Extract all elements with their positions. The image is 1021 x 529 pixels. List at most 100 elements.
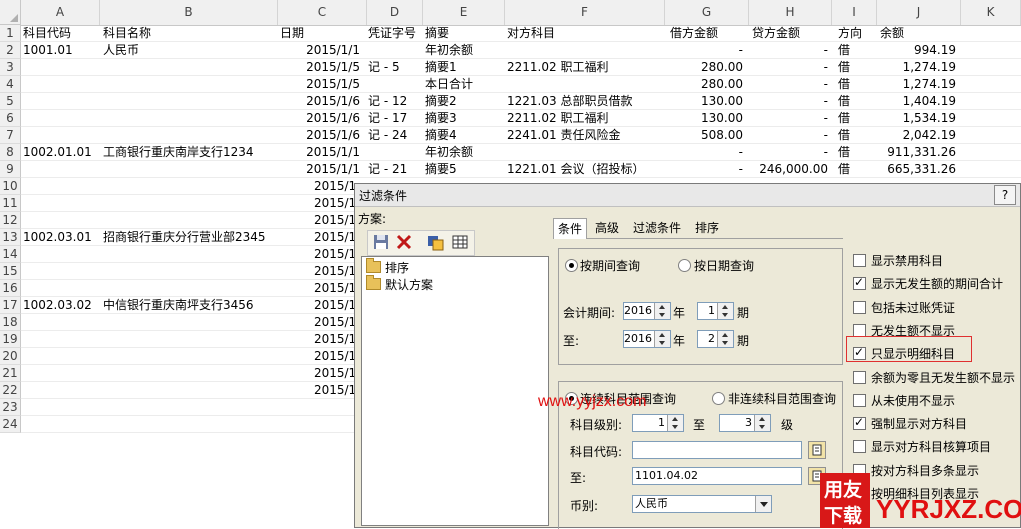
cell-d[interactable]: 记 - 24 (368, 127, 424, 144)
cell-b[interactable] (103, 263, 273, 280)
cell-e[interactable]: 摘要3 (425, 110, 507, 127)
cell-a[interactable] (23, 110, 101, 127)
cell-f[interactable] (507, 76, 667, 93)
row-number[interactable]: 12 (0, 212, 21, 229)
cell-j[interactable]: 994.19 (876, 42, 956, 59)
cell-g[interactable]: - (665, 161, 743, 178)
cell-d[interactable] (368, 144, 424, 161)
cell-i[interactable]: 借 (838, 110, 878, 127)
header-cell-a[interactable]: 科目代码 (23, 25, 71, 42)
tab-filter[interactable]: 过滤条件 (629, 218, 685, 238)
cell-b[interactable]: 中信银行重庆南坪支行3456 (103, 297, 273, 314)
cell-c[interactable]: 2015/1/5 (268, 59, 360, 76)
spin-arrows-icon[interactable] (717, 303, 733, 319)
cell-e[interactable]: 年初余额 (425, 144, 507, 161)
cell-e[interactable]: 摘要4 (425, 127, 507, 144)
radio-noncontinuous[interactable] (712, 392, 725, 405)
cell-i[interactable]: 借 (838, 127, 878, 144)
option-checkbox[interactable] (853, 415, 866, 431)
cell-a[interactable] (23, 416, 101, 433)
row-number[interactable]: 5 (0, 93, 21, 110)
cell-c[interactable]: 2015/1/1 (268, 161, 360, 178)
row-number[interactable]: 4 (0, 76, 21, 93)
cell-c[interactable]: 2015/1, (268, 178, 360, 195)
cell-g[interactable]: - (665, 42, 743, 59)
row-number[interactable]: 9 (0, 161, 21, 178)
row-number[interactable]: 20 (0, 348, 21, 365)
header-cell-b[interactable]: 科目名称 (103, 25, 151, 42)
row-number[interactable]: 22 (0, 382, 21, 399)
cell-f[interactable]: 2211.02 职工福利 (507, 110, 667, 127)
cell-d[interactable]: 记 - 5 (368, 59, 424, 76)
cell-i[interactable]: 借 (838, 42, 878, 59)
cell-c[interactable]: 2015/1, (268, 348, 360, 365)
tab-conditions[interactable]: 条件 (553, 218, 588, 239)
cell-c[interactable]: 2015/1, (268, 195, 360, 212)
row-number[interactable]: 24 (0, 416, 21, 433)
row-number[interactable]: 8 (0, 144, 21, 161)
cell-b[interactable] (103, 212, 273, 229)
cell-c[interactable]: 2015/1, (268, 246, 360, 263)
cell-j[interactable]: 2,042.19 (876, 127, 956, 144)
col-c[interactable]: C (278, 0, 367, 25)
tab-advanced[interactable]: 高级 (591, 218, 623, 238)
cell-i[interactable]: 借 (838, 93, 878, 110)
chevron-down-icon[interactable] (755, 496, 771, 512)
cell-a[interactable] (23, 365, 101, 382)
grid-scheme-button[interactable] (450, 232, 472, 254)
cell-g[interactable]: 508.00 (665, 127, 743, 144)
cell-d[interactable]: 记 - 17 (368, 110, 424, 127)
cell-a[interactable] (23, 127, 101, 144)
cell-e[interactable]: 摘要5 (425, 161, 507, 178)
cell-b[interactable]: 工商银行重庆南岸支行1234 (103, 144, 273, 161)
year-to-stepper[interactable]: 2016 (623, 330, 671, 348)
col-f[interactable]: F (505, 0, 665, 25)
cell-b[interactable] (103, 331, 273, 348)
header-cell-g[interactable]: 借方金额 (670, 25, 718, 42)
cell-a[interactable] (23, 382, 101, 399)
cell-a[interactable]: 1001.01 (23, 42, 101, 59)
col-j[interactable]: J (877, 0, 961, 25)
cell-g[interactable]: - (665, 144, 743, 161)
cell-c[interactable]: 2015/1, (268, 229, 360, 246)
cell-f[interactable]: 1221.03 总部职员借款 (507, 93, 667, 110)
radio-by-date[interactable] (678, 259, 691, 272)
cell-j[interactable]: 665,331.26 (876, 161, 956, 178)
option-checkbox[interactable] (853, 370, 866, 384)
row-number[interactable]: 16 (0, 280, 21, 297)
cell-b[interactable] (103, 195, 273, 212)
cell-a[interactable] (23, 348, 101, 365)
cell-h[interactable]: - (748, 76, 828, 93)
option-checkbox[interactable] (853, 275, 866, 291)
cell-b[interactable] (103, 382, 273, 399)
spin-arrows-icon[interactable] (717, 331, 733, 347)
spin-arrows-icon[interactable] (654, 303, 670, 319)
cell-h[interactable]: 246,000.00 (748, 161, 828, 178)
row-number[interactable]: 1 (0, 25, 21, 42)
option-checkbox[interactable] (853, 393, 866, 407)
cell-e[interactable]: 本日合计 (425, 76, 507, 93)
cell-a[interactable]: 1002.03.02 (23, 297, 101, 314)
cell-b[interactable]: 人民币 (103, 42, 273, 59)
cell-j[interactable]: 1,534.19 (876, 110, 956, 127)
cell-a[interactable] (23, 314, 101, 331)
row-number[interactable]: 2 (0, 42, 21, 59)
spin-arrows-icon[interactable] (667, 415, 683, 431)
cell-c[interactable]: 2015/1/6 (268, 93, 360, 110)
cell-b[interactable] (103, 416, 273, 433)
year-from-stepper[interactable]: 2016 (623, 302, 671, 320)
cell-a[interactable] (23, 161, 101, 178)
cell-c[interactable]: 2015/1, (268, 331, 360, 348)
level-to-stepper[interactable]: 3 (719, 414, 771, 432)
cell-e[interactable]: 摘要2 (425, 93, 507, 110)
col-h[interactable]: H (749, 0, 832, 25)
cell-f[interactable] (507, 144, 667, 161)
cell-a[interactable] (23, 59, 101, 76)
cell-c[interactable]: 2015/1/6 (268, 127, 360, 144)
cell-g[interactable]: 280.00 (665, 59, 743, 76)
cell-c[interactable]: 2015/1/1 (268, 42, 360, 59)
period-from-stepper[interactable]: 1 (697, 302, 734, 320)
cell-a[interactable] (23, 331, 101, 348)
cell-h[interactable]: - (748, 42, 828, 59)
cell-a[interactable] (23, 263, 101, 280)
